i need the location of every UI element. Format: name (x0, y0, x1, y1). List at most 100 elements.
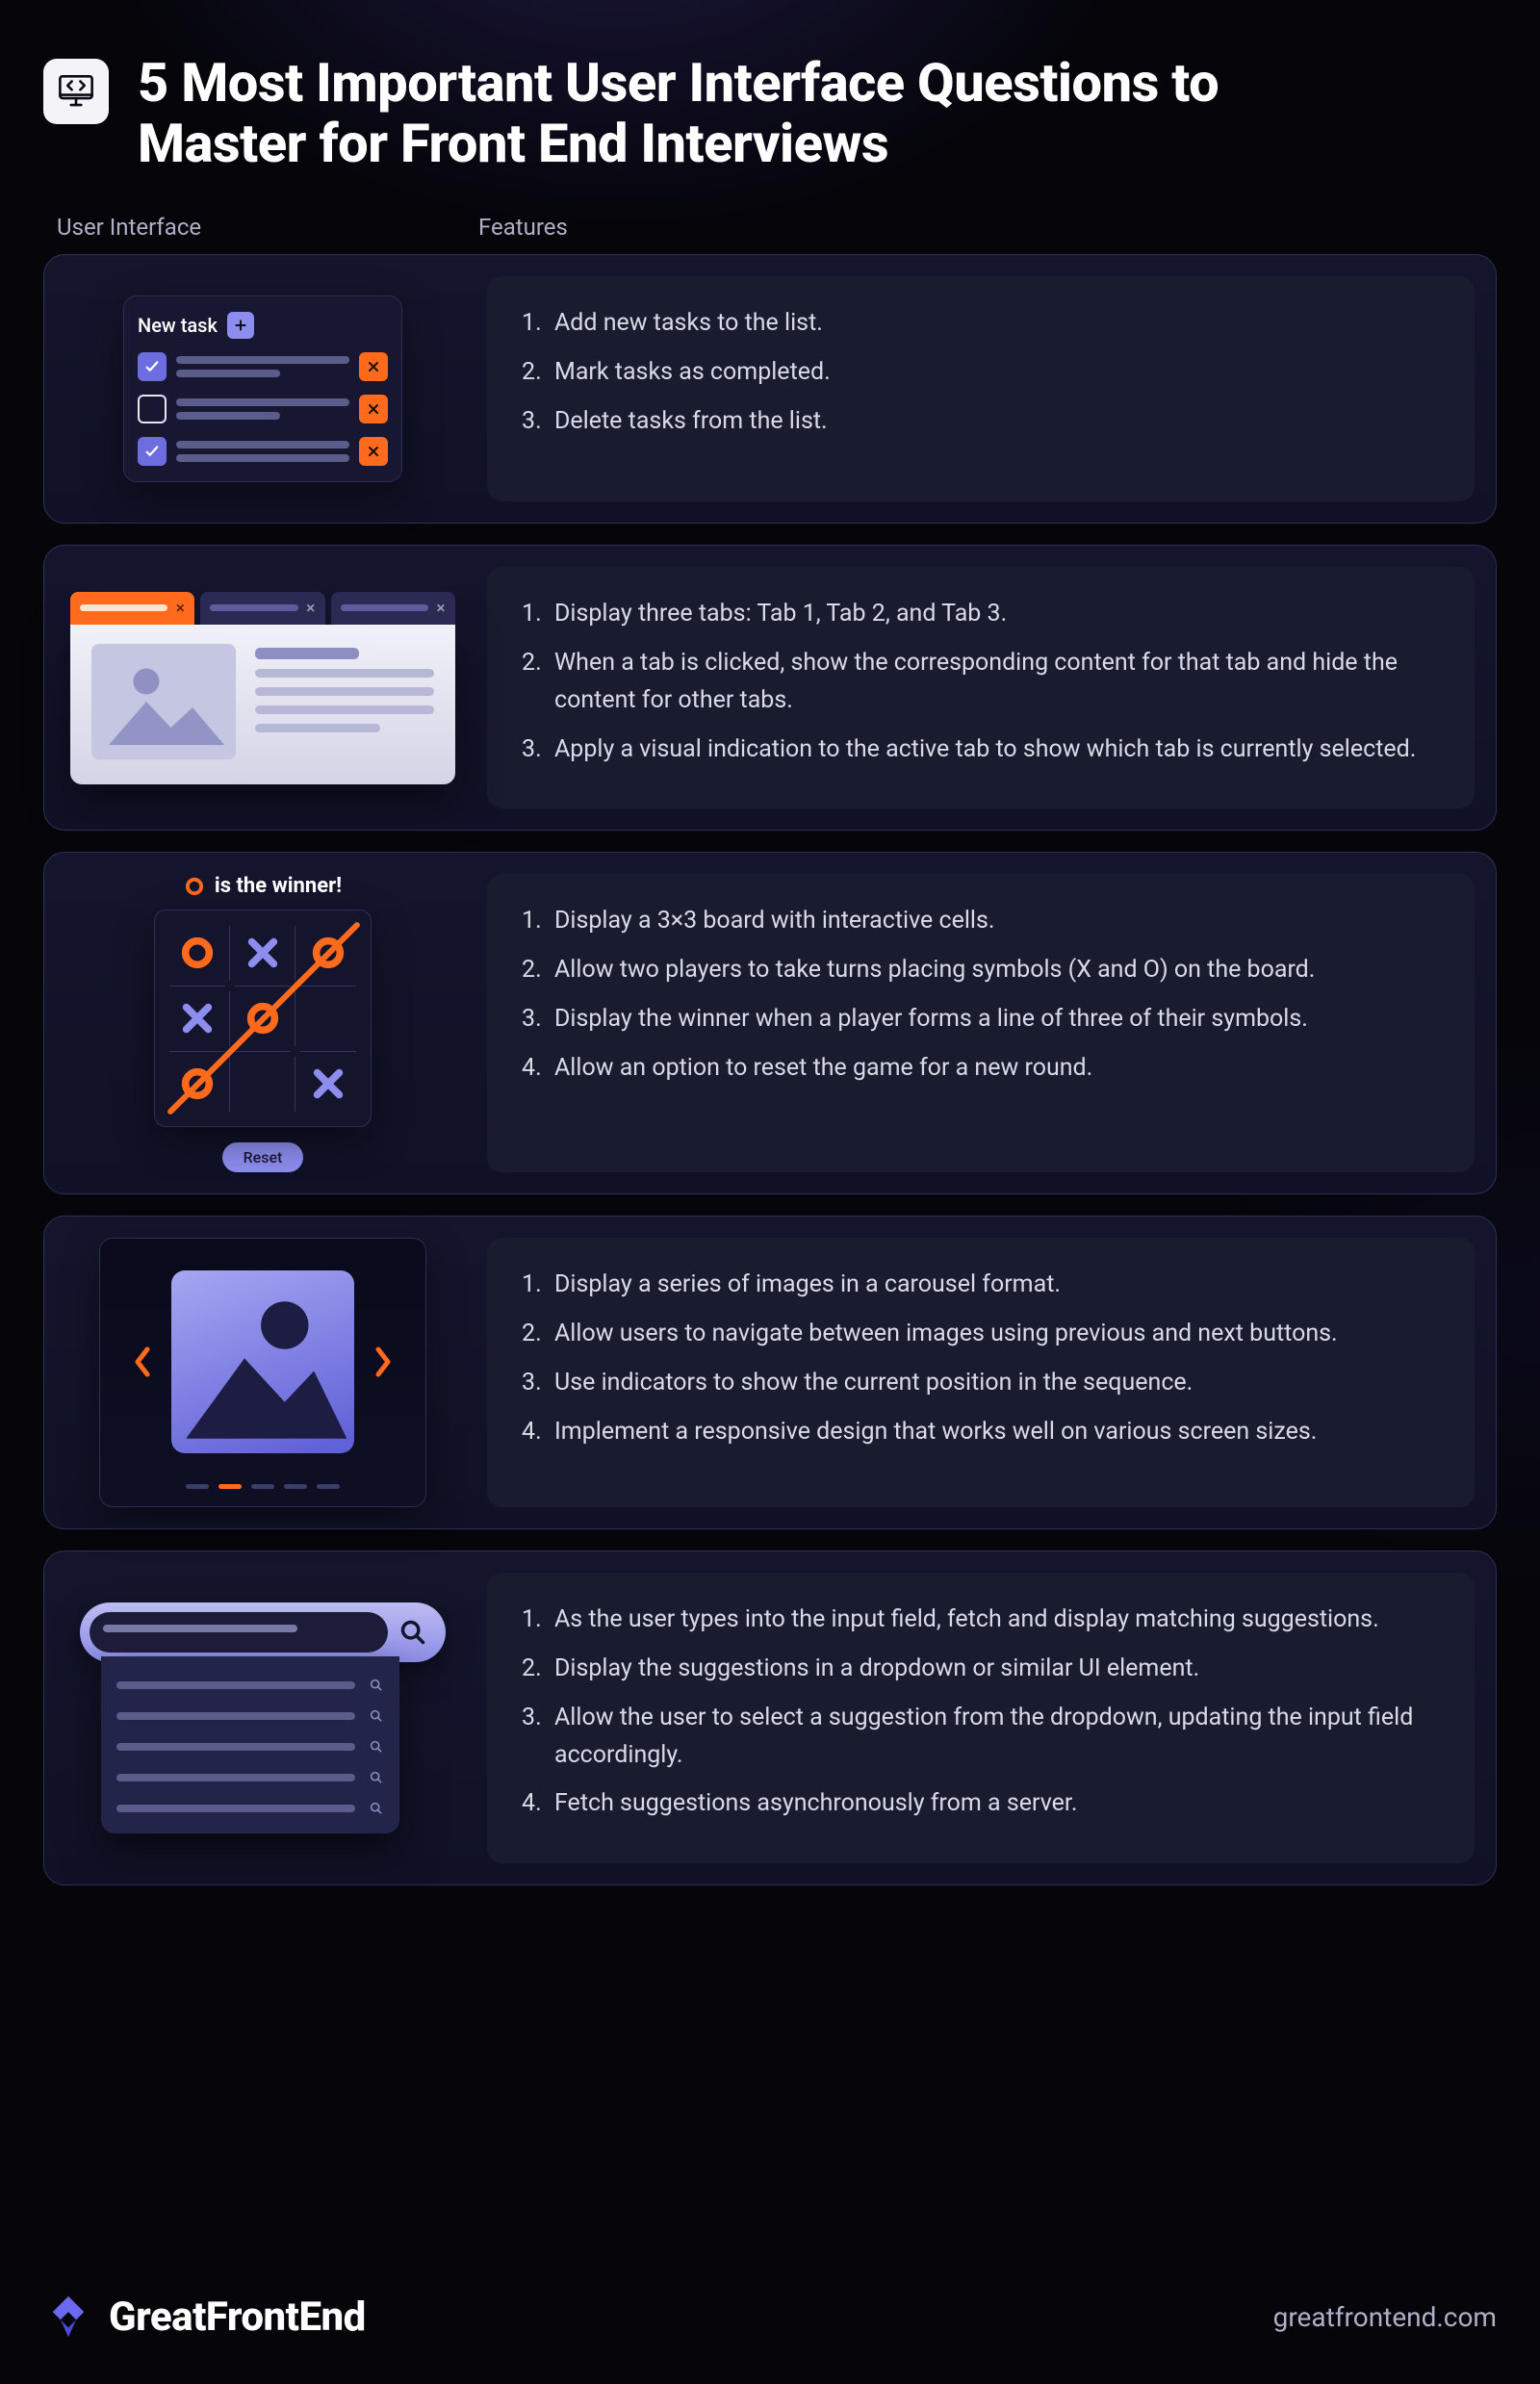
carousel-image (171, 1270, 354, 1453)
feature-item: Allow an option to reset the game for a … (522, 1050, 1440, 1088)
indicator-dot[interactable] (317, 1484, 340, 1489)
next-button[interactable] (372, 1346, 395, 1378)
illustration-tictactoe: is the winner! Reset (65, 874, 460, 1172)
search-input[interactable] (90, 1612, 388, 1653)
feature-item: Display the winner when a player forms a… (522, 1001, 1440, 1038)
suggestion-item[interactable] (116, 1801, 384, 1816)
todo-item (138, 395, 388, 423)
new-task-label: New task (138, 314, 218, 337)
brand-logo-icon (43, 2292, 93, 2342)
feature-item: Fetch suggestions asynchronously from a … (522, 1785, 1440, 1823)
suggestion-item[interactable] (116, 1708, 384, 1724)
todo-item (138, 352, 388, 381)
features-panel: Display a series of images in a carousel… (487, 1238, 1475, 1507)
column-label-ui: User Interface (57, 214, 478, 241)
feature-item: Implement a responsive design that works… (522, 1414, 1440, 1451)
delete-button[interactable] (359, 352, 388, 381)
check-icon (143, 443, 161, 460)
search-button[interactable] (399, 1619, 426, 1646)
checkbox-checked[interactable] (138, 352, 167, 381)
checkbox-unchecked[interactable] (138, 395, 167, 423)
indicator-dot[interactable] (186, 1484, 209, 1489)
chevron-left-icon (131, 1346, 154, 1378)
question-row-autocomplete: As the user types into the input field, … (43, 1551, 1497, 1885)
close-icon: ✕ (306, 602, 316, 615)
search-bar (80, 1602, 446, 1662)
search-icon (399, 1619, 426, 1646)
indicator-dot-active[interactable] (218, 1484, 242, 1489)
image-placeholder-icon (91, 644, 236, 759)
delete-button[interactable] (359, 437, 388, 466)
search-icon (369, 1801, 384, 1816)
illustration-autocomplete (65, 1573, 460, 1863)
suggestion-item[interactable] (116, 1739, 384, 1755)
suggestion-item[interactable] (116, 1770, 384, 1785)
todo-card: New task (123, 295, 402, 482)
feature-item: When a tab is clicked, show the correspo… (522, 645, 1440, 720)
board-cell[interactable] (165, 986, 230, 1051)
board-cell[interactable] (295, 986, 361, 1051)
board-cell[interactable] (165, 920, 230, 986)
search-icon (369, 1708, 384, 1724)
feature-item: As the user types into the input field, … (522, 1602, 1440, 1639)
feature-item: Delete tasks from the list. (522, 403, 1440, 441)
close-icon (366, 401, 381, 417)
tab-inactive[interactable]: ✕ (200, 592, 324, 625)
search-icon (369, 1678, 384, 1693)
question-row-carousel: Display a series of images in a carousel… (43, 1216, 1497, 1529)
features-panel: Display three tabs: Tab 1, Tab 2, and Ta… (487, 567, 1475, 808)
tictactoe-board (154, 910, 372, 1127)
feature-item: Display a 3×3 board with interactive cel… (522, 903, 1440, 940)
features-panel: As the user types into the input field, … (487, 1573, 1475, 1863)
feature-item: Mark tasks as completed. (522, 354, 1440, 392)
question-row-tictactoe: is the winner! Reset Display a 3×3 board… (43, 852, 1497, 1194)
tab-content (70, 625, 455, 784)
suggestions-dropdown (101, 1656, 399, 1833)
feature-item: Add new tasks to the list. (522, 305, 1440, 343)
feature-item: Use indicators to show the current posit… (522, 1365, 1440, 1402)
indicator-dot[interactable] (251, 1484, 274, 1489)
search-icon (369, 1739, 384, 1755)
illustration-carousel (65, 1238, 460, 1507)
check-icon (143, 358, 161, 375)
indicator-dot[interactable] (284, 1484, 307, 1489)
feature-item: Allow users to navigate between images u… (522, 1316, 1440, 1353)
feature-item: Apply a visual indication to the active … (522, 731, 1440, 769)
delete-button[interactable] (359, 395, 388, 423)
chevron-right-icon (372, 1346, 395, 1378)
page-title: 5 Most Important User Interface Question… (138, 53, 1389, 173)
search-icon (369, 1770, 384, 1785)
carousel-indicators (186, 1484, 340, 1489)
illustration-todo: New task (65, 276, 460, 501)
winner-banner: is the winner! (184, 874, 342, 898)
add-task-button[interactable] (227, 312, 254, 339)
column-labels: User Interface Features (57, 214, 1497, 241)
board-cell[interactable] (230, 1051, 295, 1116)
features-panel: Display a 3×3 board with interactive cel… (487, 874, 1475, 1172)
todo-item (138, 437, 388, 466)
question-row-todo: New task Add new ta (43, 254, 1497, 524)
checkbox-checked[interactable] (138, 437, 167, 466)
o-icon (184, 876, 205, 897)
code-monitor-icon (43, 59, 109, 124)
board-cell[interactable] (230, 920, 295, 986)
board-cell[interactable] (295, 1051, 361, 1116)
brand: GreatFrontEnd (43, 2292, 366, 2342)
question-row-tabs: ✕ ✕ ✕ Display three tabs: Tab 1, Tab 2, … (43, 545, 1497, 831)
feature-item: Display the suggestions in a dropdown or… (522, 1651, 1440, 1688)
feature-item: Display three tabs: Tab 1, Tab 2, and Ta… (522, 596, 1440, 633)
prev-button[interactable] (131, 1346, 154, 1378)
feature-item: Display a series of images in a carousel… (522, 1267, 1440, 1304)
reset-button[interactable]: Reset (222, 1142, 304, 1172)
close-icon: ✕ (175, 602, 185, 615)
header: 5 Most Important User Interface Question… (43, 53, 1497, 173)
suggestion-item[interactable] (116, 1678, 384, 1693)
feature-item: Allow two players to take turns placing … (522, 952, 1440, 989)
plus-icon (233, 318, 248, 333)
close-icon (366, 444, 381, 459)
tab-active[interactable]: ✕ (70, 592, 194, 625)
tab-inactive[interactable]: ✕ (331, 592, 455, 625)
features-panel: Add new tasks to the list. Mark tasks as… (487, 276, 1475, 501)
winner-text: is the winner! (215, 874, 342, 898)
tab-strip: ✕ ✕ ✕ (70, 592, 455, 625)
